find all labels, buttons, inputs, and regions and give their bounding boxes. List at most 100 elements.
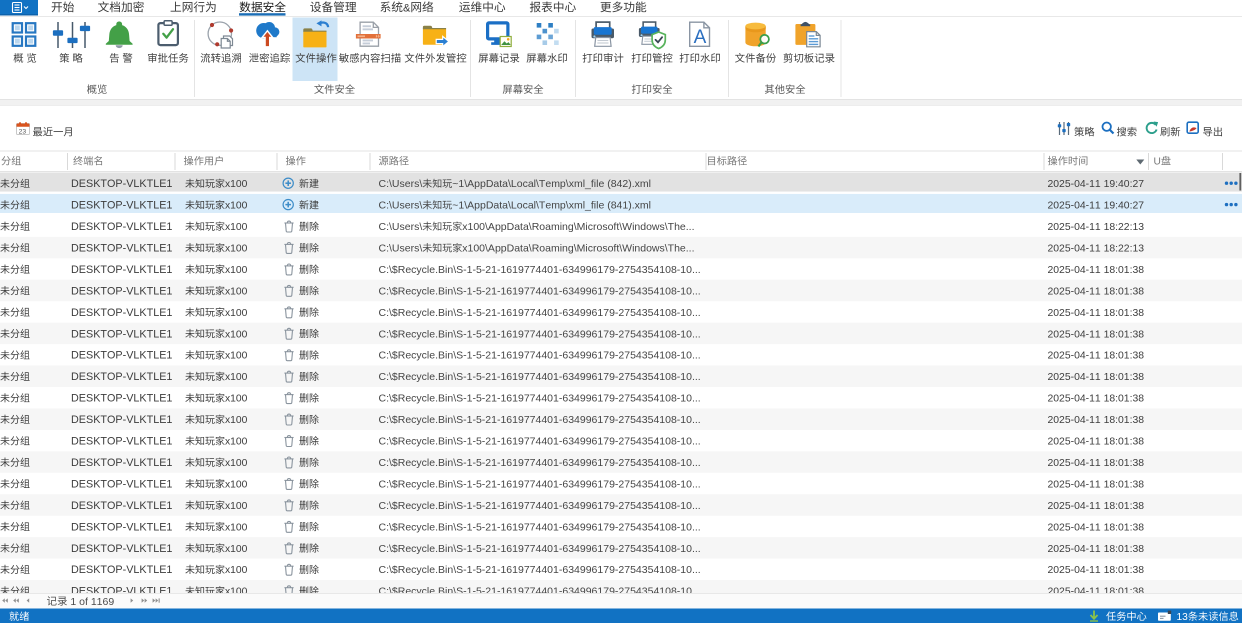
svg-text:x100: x100 [225,479,248,490]
svg-text:DESKTOP-VLKTLE1: DESKTOP-VLKTLE1 [71,350,172,362]
svg-text:18:01:38: 18:01:38 [1104,544,1145,555]
svg-text:18:01:38: 18:01:38 [1104,265,1145,276]
svg-text:C:\$Recycle.Bin\S-1-5-21-16197: C:\$Recycle.Bin\S-1-5-21-1619774401-6349… [379,521,701,533]
svg-text:x100: x100 [225,265,248,276]
svg-text:DESKTOP-VLKTLE1: DESKTOP-VLKTLE1 [71,264,172,276]
svg-text:18:01:38: 18:01:38 [1104,329,1145,340]
svg-text:C:\$Recycle.Bin\S-1-5-21-16197: C:\$Recycle.Bin\S-1-5-21-1619774401-6349… [379,307,701,319]
svg-text:~1\AppData\Local\Temp\xml_file: ~1\AppData\Local\Temp\xml_file [452,178,604,190]
svg-text:x100: x100 [225,565,248,576]
svg-text:C:\$Recycle.Bin\S-1-5-21-16197: C:\$Recycle.Bin\S-1-5-21-1619774401-6349… [379,564,701,576]
svg-text:18:01:38: 18:01:38 [1104,437,1145,448]
svg-text:18:01:38: 18:01:38 [1104,372,1145,383]
svg-text:13: 13 [1177,612,1189,623]
svg-text:&: & [403,2,411,14]
svg-text:DESKTOP-VLKTLE1: DESKTOP-VLKTLE1 [71,285,172,297]
svg-text:x100: x100 [225,351,248,362]
svg-text:2025-04-11: 2025-04-11 [1048,394,1101,405]
svg-text:C:\$Recycle.Bin\S-1-5-21-16197: C:\$Recycle.Bin\S-1-5-21-1619774401-6349… [379,264,701,276]
svg-text:DESKTOP-VLKTLE1: DESKTOP-VLKTLE1 [71,414,172,426]
svg-text:2025-04-11: 2025-04-11 [1048,479,1101,490]
svg-text:DESKTOP-VLKTLE1: DESKTOP-VLKTLE1 [71,307,172,319]
svg-text:C:\$Recycle.Bin\S-1-5-21-16197: C:\$Recycle.Bin\S-1-5-21-1619774401-6349… [379,500,701,512]
svg-text:2025-04-11: 2025-04-11 [1048,201,1101,212]
svg-text:C:\$Recycle.Bin\S-1-5-21-16197: C:\$Recycle.Bin\S-1-5-21-1619774401-6349… [379,285,701,297]
svg-text:2025-04-11: 2025-04-11 [1048,501,1101,512]
svg-text:x100: x100 [225,308,248,319]
svg-text:18:01:38: 18:01:38 [1104,479,1145,490]
svg-text:DESKTOP-VLKTLE1: DESKTOP-VLKTLE1 [71,478,172,490]
svg-text:23: 23 [19,128,27,135]
svg-text:C:\Users\: C:\Users\ [379,178,423,190]
svg-text:C:\$Recycle.Bin\S-1-5-21-16197: C:\$Recycle.Bin\S-1-5-21-1619774401-6349… [379,478,701,490]
svg-text:2025-04-11: 2025-04-11 [1048,415,1101,426]
svg-text:DESKTOP-VLKTLE1: DESKTOP-VLKTLE1 [71,221,172,233]
svg-text:18:01:38: 18:01:38 [1104,565,1145,576]
svg-text:2025-04-11: 2025-04-11 [1048,544,1101,555]
svg-text:2025-04-11: 2025-04-11 [1048,329,1101,340]
svg-text:x100: x100 [225,179,248,190]
svg-text:C:\$Recycle.Bin\S-1-5-21-16197: C:\$Recycle.Bin\S-1-5-21-1619774401-6349… [379,328,701,340]
svg-text:DESKTOP-VLKTLE1: DESKTOP-VLKTLE1 [71,543,172,555]
svg-text:x100: x100 [225,458,248,469]
svg-text:1169: 1169 [91,596,115,608]
svg-text:x100: x100 [225,329,248,340]
svg-text:C:\$Recycle.Bin\S-1-5-21-16197: C:\$Recycle.Bin\S-1-5-21-1619774401-6349… [379,371,701,383]
svg-text:x100: x100 [225,501,248,512]
svg-text:18:22:13: 18:22:13 [1104,243,1145,254]
svg-text:x100: x100 [225,544,248,555]
svg-text:C:\$Recycle.Bin\S-1-5-21-16197: C:\$Recycle.Bin\S-1-5-21-1619774401-6349… [379,393,701,405]
svg-text:18:01:38: 18:01:38 [1104,522,1145,533]
svg-text:18:01:38: 18:01:38 [1104,286,1145,297]
svg-text:DESKTOP-VLKTLE1: DESKTOP-VLKTLE1 [71,500,172,512]
svg-text:DESKTOP-VLKTLE1: DESKTOP-VLKTLE1 [71,436,172,448]
svg-text:C:\Users\: C:\Users\ [379,221,423,233]
svg-text:DESKTOP-VLKTLE1: DESKTOP-VLKTLE1 [71,457,172,469]
svg-text:2025-04-11: 2025-04-11 [1048,222,1101,233]
svg-text:DESKTOP-VLKTLE1: DESKTOP-VLKTLE1 [71,393,172,405]
svg-text:2025-04-11: 2025-04-11 [1048,437,1101,448]
svg-text:2025-04-11: 2025-04-11 [1048,372,1101,383]
svg-text:(841).xml: (841).xml [607,200,651,212]
svg-text:2025-04-11: 2025-04-11 [1048,522,1101,533]
svg-text:18:01:38: 18:01:38 [1104,308,1145,319]
svg-text:x100: x100 [225,201,248,212]
svg-text:DESKTOP-VLKTLE1: DESKTOP-VLKTLE1 [71,521,172,533]
svg-text:x100: x100 [225,437,248,448]
svg-text:x100\AppData\Roaming\Microsoft: x100\AppData\Roaming\Microsoft\Windows\T… [462,221,694,233]
svg-text:(842).xml: (842).xml [607,178,651,190]
svg-text:2025-04-11: 2025-04-11 [1048,265,1101,276]
svg-text:2025-04-11: 2025-04-11 [1048,286,1101,297]
svg-text:DESKTOP-VLKTLE1: DESKTOP-VLKTLE1 [71,371,172,383]
svg-text:x100: x100 [225,415,248,426]
svg-text:18:22:13: 18:22:13 [1104,222,1145,233]
svg-text:C:\Users\: C:\Users\ [379,200,423,212]
svg-text:2025-04-11: 2025-04-11 [1048,458,1101,469]
svg-text:x100: x100 [225,222,248,233]
svg-text:C:\$Recycle.Bin\S-1-5-21-16197: C:\$Recycle.Bin\S-1-5-21-1619774401-6349… [379,543,701,555]
svg-text:18:01:38: 18:01:38 [1104,501,1145,512]
svg-text:2025-04-11: 2025-04-11 [1048,351,1101,362]
svg-text:x100: x100 [225,286,248,297]
svg-text:2025-04-11: 2025-04-11 [1048,308,1101,319]
svg-text:~1\AppData\Local\Temp\xml_file: ~1\AppData\Local\Temp\xml_file [452,200,604,212]
svg-text:x100: x100 [225,243,248,254]
svg-text:DESKTOP-VLKTLE1: DESKTOP-VLKTLE1 [71,564,172,576]
svg-text:x100: x100 [225,394,248,405]
svg-text:C:\Users\: C:\Users\ [379,242,423,254]
svg-text:x100: x100 [225,522,248,533]
svg-text:x100: x100 [225,372,248,383]
svg-text:2025-04-11: 2025-04-11 [1048,565,1101,576]
svg-text:19:40:27: 19:40:27 [1104,201,1145,212]
svg-text:DESKTOP-VLKTLE1: DESKTOP-VLKTLE1 [71,178,172,190]
svg-text:18:01:38: 18:01:38 [1104,458,1145,469]
svg-text:C:\$Recycle.Bin\S-1-5-21-16197: C:\$Recycle.Bin\S-1-5-21-1619774401-6349… [379,457,701,469]
svg-text:2025-04-11: 2025-04-11 [1048,243,1101,254]
svg-text:18:01:38: 18:01:38 [1104,415,1145,426]
svg-text:18:01:38: 18:01:38 [1104,394,1145,405]
svg-text:U: U [1154,157,1161,168]
svg-text:1: 1 [70,596,76,608]
svg-text:A: A [694,27,707,48]
svg-text:DESKTOP-VLKTLE1: DESKTOP-VLKTLE1 [71,200,172,212]
svg-text:19:40:27: 19:40:27 [1104,179,1145,190]
